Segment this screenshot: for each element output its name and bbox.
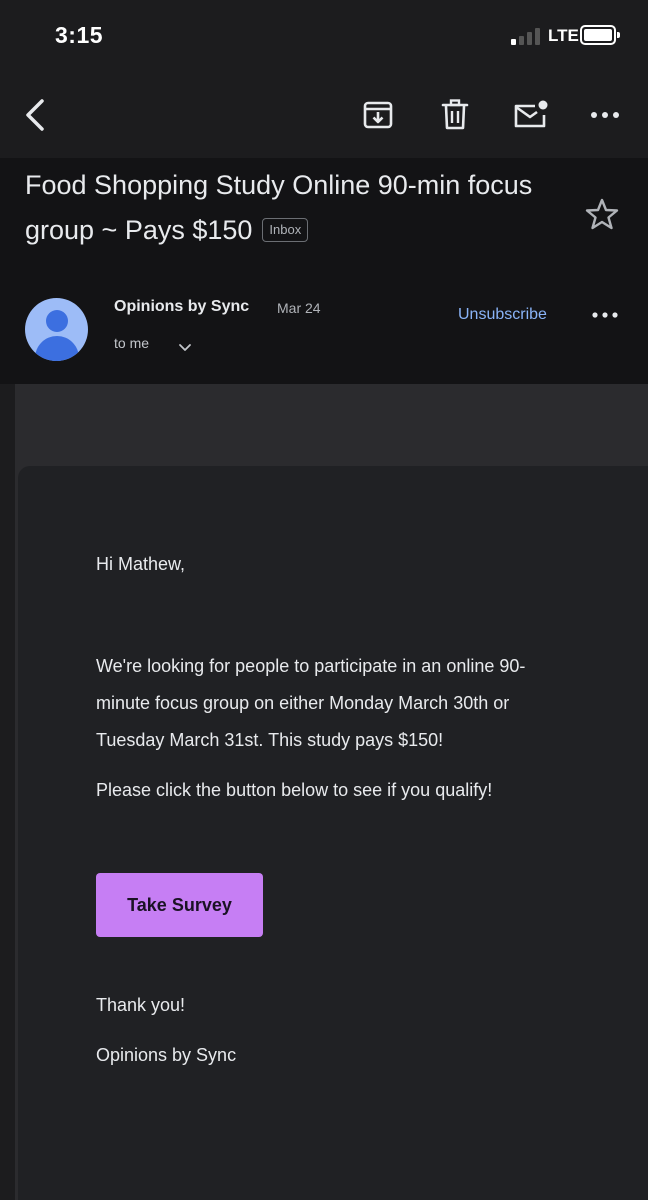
network-label: LTE [548, 26, 579, 45]
take-survey-button[interactable]: Take Survey [96, 873, 263, 937]
inbox-label-chip[interactable]: Inbox [262, 218, 309, 242]
battery-icon [580, 25, 620, 45]
email-date: Mar 24 [277, 300, 321, 316]
star-icon [585, 198, 619, 230]
star-button[interactable] [582, 194, 622, 234]
mark-unread-button[interactable] [508, 92, 554, 138]
mail-unread-icon [514, 100, 548, 128]
trash-icon [441, 99, 469, 130]
back-button[interactable] [14, 90, 58, 140]
status-bar: 3:15 LTE [0, 0, 648, 70]
email-toolbar [0, 70, 648, 158]
thanks-text: Thank you! [96, 995, 186, 1015]
unsubscribe-link[interactable]: Unsubscribe [458, 306, 547, 324]
email-subject: Food Shopping Study Online 90-min focus … [25, 163, 565, 253]
more-horizontal-icon [592, 312, 618, 318]
recipient-label[interactable]: to me [114, 335, 149, 351]
email-content-card: Hi Mathew, We're looking for people to p… [18, 466, 648, 1200]
message-more-button[interactable] [585, 300, 625, 330]
archive-button[interactable] [355, 92, 401, 138]
email-body: Hi Mathew, We're looking for people to p… [15, 384, 648, 1200]
status-time: 3:15 [55, 22, 104, 48]
body-paragraph: Please click the button below to see if … [96, 780, 493, 800]
more-horizontal-icon [591, 112, 619, 118]
email-screen: 3:15 LTE Food Shopping Study Online 90-m… [0, 0, 648, 1200]
delete-button[interactable] [432, 92, 478, 138]
sender-name[interactable]: Opinions by Sync [114, 298, 249, 316]
greeting-text: Hi Mathew, [96, 554, 186, 574]
archive-icon [363, 101, 393, 129]
body-paragraph: We're looking for people to participate … [96, 656, 526, 750]
sender-avatar[interactable] [25, 298, 88, 361]
more-options-button[interactable] [582, 92, 628, 138]
email-header: Food Shopping Study Online 90-min focus … [0, 158, 648, 384]
chevron-left-icon [26, 99, 44, 131]
signal-icon [511, 28, 543, 45]
chevron-down-icon[interactable] [176, 338, 194, 356]
signoff-text: Opinions by Sync [96, 1045, 237, 1065]
